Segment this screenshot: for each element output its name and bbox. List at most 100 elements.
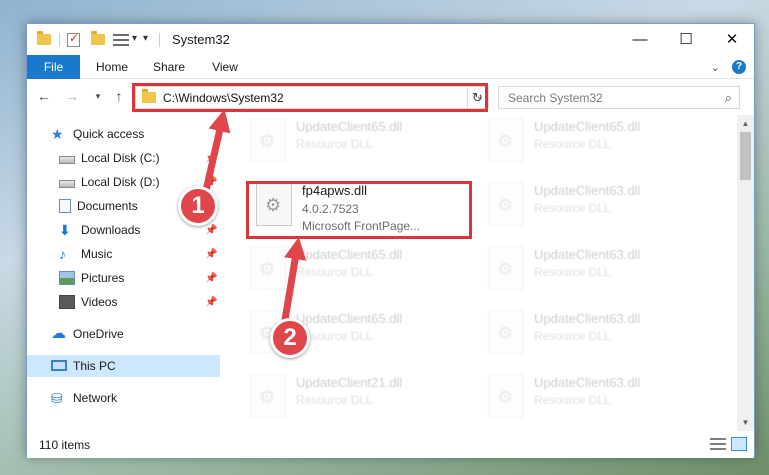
sidebar-item-this-pc[interactable]: This PC — [27, 355, 220, 377]
file-name: UpdateClient63.dll — [534, 183, 641, 198]
sidebar-item-videos[interactable]: Videos — [59, 291, 117, 313]
file-name: UpdateClient65.dll — [296, 311, 403, 326]
new-folder-icon[interactable] — [91, 31, 105, 45]
sidebar-item-pictures[interactable]: Pictures — [59, 267, 124, 289]
file-item[interactable]: UpdateClient21.dll Resource DLL — [240, 371, 470, 427]
sidebar-item-label: Local Disk (C:) — [81, 151, 160, 165]
file-list: UpdateClient65.dll Resource DLL UpdateCl… — [220, 115, 737, 431]
dll-file-icon — [488, 310, 524, 354]
sidebar-item-label: Music — [81, 247, 113, 261]
sidebar-item-label: This PC — [73, 359, 116, 373]
scrollbar-thumb[interactable] — [740, 132, 751, 180]
forward-arrow-icon[interactable]: → — [63, 87, 81, 105]
quick-access-dropdown-icon[interactable]: ▾ — [132, 33, 137, 49]
downloads-icon: ⬇ — [59, 221, 71, 238]
help-icon[interactable]: ? — [732, 60, 746, 74]
window-title: System32 — [172, 32, 230, 47]
sidebar-item-label: Videos — [81, 295, 118, 309]
search-icon[interactable]: ⌕ — [725, 90, 732, 106]
file-type: Resource DLL — [534, 201, 611, 215]
dll-file-icon — [250, 374, 286, 418]
file-type: Resource DLL — [534, 393, 611, 407]
sidebar-item-local-disk-d[interactable]: Local Disk (D:) — [59, 171, 160, 193]
dll-file-icon — [488, 246, 524, 290]
search-input[interactable]: Search System32 ⌕ — [498, 86, 740, 109]
file-name: UpdateClient65.dll — [296, 119, 403, 134]
file-type: Resource DLL — [296, 393, 373, 407]
file-name: UpdateClient63.dll — [534, 247, 641, 262]
chevron-down-icon[interactable]: ⌄ — [711, 61, 720, 74]
file-name: UpdateClient63.dll — [534, 311, 641, 326]
tab-file[interactable]: File — [27, 55, 80, 79]
close-button[interactable]: ✕ — [709, 24, 755, 55]
step-badge-1: 1 — [178, 186, 218, 226]
pin-icon[interactable]: 📌 — [205, 177, 217, 188]
sidebar-item-quick-access[interactable]: ★ Quick access — [51, 123, 144, 145]
file-item[interactable]: UpdateClient63.dll Resource DLL — [478, 243, 708, 299]
tab-home[interactable]: Home — [86, 55, 138, 79]
vertical-scrollbar[interactable]: ▲ ▼ — [737, 115, 754, 431]
network-icon: ⛁ — [51, 389, 63, 406]
minimize-button[interactable]: — — [617, 24, 663, 55]
pin-icon[interactable]: 📌 — [205, 225, 217, 236]
file-type: Resource DLL — [534, 137, 611, 151]
sidebar-item-label: OneDrive — [73, 327, 124, 341]
file-item[interactable]: UpdateClient63.dll Resource DLL — [478, 179, 708, 235]
file-type: Resource DLL — [534, 329, 611, 343]
pin-icon[interactable]: 📌 — [205, 273, 217, 284]
file-type: Resource DLL — [534, 265, 611, 279]
file-item[interactable]: UpdateClient63.dll Resource DLL — [478, 371, 708, 427]
sidebar-item-label: Network — [73, 391, 118, 405]
pc-icon — [51, 360, 67, 372]
file-item[interactable]: UpdateClient65.dll Resource DLL — [240, 243, 470, 299]
disk-icon — [59, 179, 75, 188]
file-name: UpdateClient65.dll — [534, 119, 641, 134]
file-highlight-box — [246, 181, 472, 239]
sidebar-item-onedrive[interactable]: ☁ OneDrive — [51, 323, 124, 345]
dll-file-icon — [488, 374, 524, 418]
sidebar-item-documents[interactable]: Documents — [59, 195, 138, 217]
recent-locations-icon[interactable]: ▾ — [89, 87, 107, 105]
status-bar: 110 items — [27, 431, 754, 458]
pin-icon[interactable]: 📌 — [205, 297, 217, 308]
tab-view[interactable]: View — [201, 55, 249, 79]
file-type: Resource DLL — [296, 265, 373, 279]
sidebar-item-label: Downloads — [81, 223, 141, 237]
file-item[interactable]: UpdateClient65.dll Resource DLL — [240, 115, 470, 171]
sidebar-item-label: Documents — [77, 199, 138, 213]
pin-icon[interactable]: 📌 — [205, 153, 217, 164]
file-item[interactable]: UpdateClient63.dll Resource DLL — [478, 307, 708, 363]
back-arrow-icon[interactable]: ← — [35, 87, 53, 105]
scroll-down-icon[interactable]: ▼ — [737, 414, 754, 431]
properties-icon[interactable] — [67, 31, 80, 47]
file-item[interactable]: UpdateClient65.dll Resource DLL — [478, 115, 708, 171]
scroll-up-icon[interactable]: ▲ — [737, 115, 754, 132]
toolbar-divider — [59, 33, 60, 47]
dll-file-icon — [250, 118, 286, 162]
view-options-icon[interactable] — [113, 34, 129, 46]
file-type: Resource DLL — [296, 137, 373, 151]
customize-toolbar-icon[interactable]: ▾ — [143, 33, 148, 49]
sidebar-item-local-disk-c[interactable]: Local Disk (C:) — [59, 147, 160, 169]
large-icons-view-icon[interactable] — [731, 437, 747, 451]
disk-icon — [59, 155, 75, 164]
folder-icon — [37, 31, 51, 45]
sidebar-item-network[interactable]: ⛁ Network — [51, 387, 117, 409]
details-view-icon[interactable] — [710, 438, 726, 450]
search-placeholder: Search System32 — [508, 91, 603, 105]
star-icon: ★ — [51, 125, 64, 142]
sidebar-item-downloads[interactable]: ⬇ Downloads — [59, 219, 140, 241]
file-name: UpdateClient63.dll — [534, 375, 641, 390]
music-icon: ♪ — [59, 245, 66, 262]
up-arrow-icon[interactable]: ↑ — [110, 87, 128, 105]
pictures-icon — [59, 270, 75, 285]
pin-icon[interactable]: 📌 — [205, 249, 217, 260]
sidebar-item-label: Pictures — [81, 271, 125, 285]
file-explorer-window: ▾ ▾ System32 — ☐ ✕ File Home Share View … — [26, 23, 755, 458]
tab-share[interactable]: Share — [144, 55, 194, 79]
maximize-button[interactable]: ☐ — [663, 24, 709, 55]
item-count: 110 items — [39, 438, 91, 452]
address-highlight-box — [132, 83, 488, 112]
navigation-pane: ★ Quick access Local Disk (C:) 📌 Local Di… — [27, 115, 220, 431]
sidebar-item-music[interactable]: ♪ Music — [59, 243, 112, 265]
